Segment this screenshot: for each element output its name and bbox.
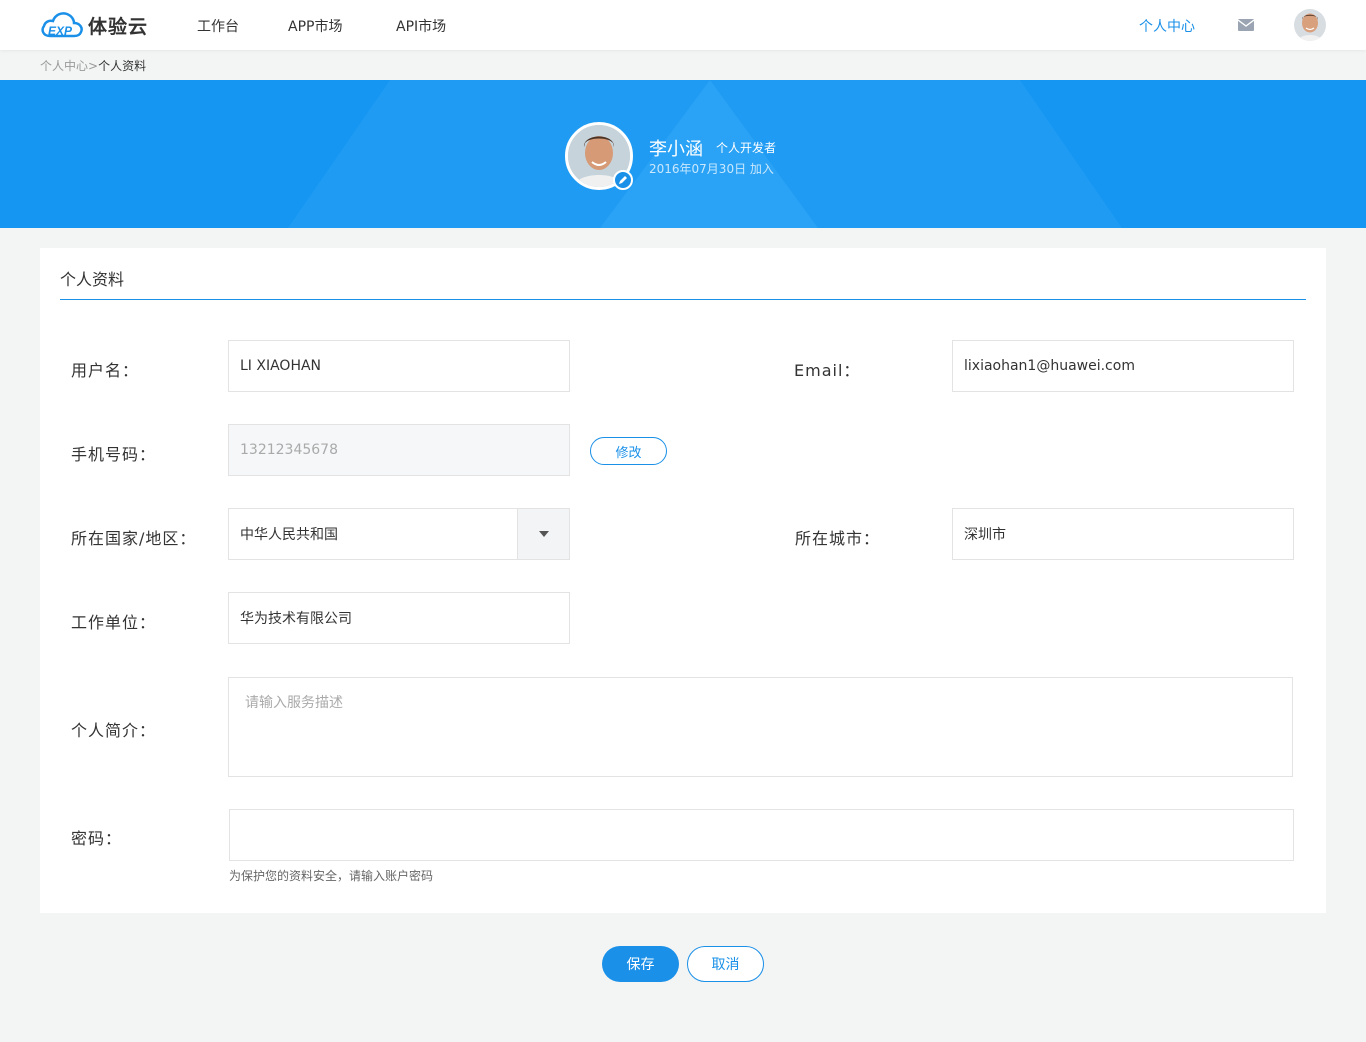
country-label: 所在国家/地区： (71, 529, 197, 548)
country-dropdown-toggle[interactable] (517, 509, 569, 559)
password-label: 密码： (71, 829, 123, 848)
nav-item-app-market[interactable]: APP市场 (288, 16, 342, 36)
logo-mark-text: EXP (48, 24, 73, 38)
profile-name: 李小涵 (649, 139, 703, 160)
country-selected-value: 中华人民共和国 (240, 527, 338, 543)
breadcrumb: 个人中心>个人资料 (40, 57, 146, 74)
save-button[interactable]: 保存 (602, 946, 679, 982)
nav-personal-center-link[interactable]: 个人中心 (1139, 16, 1195, 36)
company-field[interactable]: 华为技术有限公司 (228, 592, 570, 644)
bio-label: 个人简介： (71, 721, 157, 740)
caret-down-icon (538, 531, 549, 537)
profile-role-badge: 个人开发者 (716, 141, 777, 155)
modify-phone-button[interactable]: 修改 (590, 437, 667, 465)
nav-item-workbench[interactable]: 工作台 (197, 16, 239, 36)
nav-item-api-market[interactable]: API市场 (396, 16, 446, 36)
city-field[interactable]: 深圳市 (952, 508, 1294, 560)
username-label: 用户名： (71, 361, 140, 380)
app-logo[interactable]: EXP 体验云 (40, 10, 148, 40)
top-navbar: EXP 体验云 工作台 APP市场 API市场 个人中心 (0, 0, 1366, 50)
profile-banner: 李小涵 个人开发者 2016年07月30日 加入 (0, 80, 1366, 228)
phone-label: 手机号码： (71, 445, 157, 464)
breadcrumb-separator: > (88, 59, 99, 73)
phone-value: 13212345678 (240, 442, 338, 458)
breadcrumb-current: 个人资料 (98, 59, 147, 73)
username-field[interactable]: LI XIAOHAN (228, 340, 570, 392)
bio-placeholder: 请输入服务描述 (245, 695, 343, 711)
country-select[interactable]: 中华人民共和国 (228, 508, 570, 560)
profile-join-date: 2016年07月30日 加入 (649, 162, 774, 176)
cloud-logo-icon: EXP (41, 12, 83, 38)
edit-avatar-button[interactable] (613, 170, 633, 190)
city-value: 深圳市 (964, 527, 1006, 543)
breadcrumb-parent-link[interactable]: 个人中心 (40, 59, 88, 73)
password-hint: 为保护您的资料安全，请输入账户密码 (229, 869, 434, 883)
company-value: 华为技术有限公司 (240, 611, 352, 627)
card-title: 个人资料 (60, 270, 125, 289)
company-label: 工作单位： (71, 613, 157, 632)
email-value: lixiaohan1@huawei.com (964, 358, 1135, 374)
brand-name: 体验云 (88, 15, 149, 38)
mail-icon[interactable] (1238, 19, 1254, 31)
city-label: 所在城市： (795, 529, 881, 548)
edit-pencil-icon (619, 176, 627, 184)
username-value: LI XIAOHAN (240, 358, 322, 374)
cancel-button[interactable]: 取消 (687, 946, 764, 982)
phone-field: 13212345678 (228, 424, 570, 476)
card-title-divider (60, 299, 1306, 300)
profile-form-card: 个人资料 用户名： LI XIAOHAN Email： lixiaohan1@h… (40, 248, 1326, 913)
password-field[interactable] (229, 809, 1294, 861)
email-field[interactable]: lixiaohan1@huawei.com (952, 340, 1294, 392)
bio-textarea[interactable]: 请输入服务描述 (228, 677, 1293, 777)
avatar-portrait-icon (1294, 9, 1326, 41)
user-avatar[interactable] (1294, 9, 1326, 41)
email-label: Email： (794, 361, 861, 380)
